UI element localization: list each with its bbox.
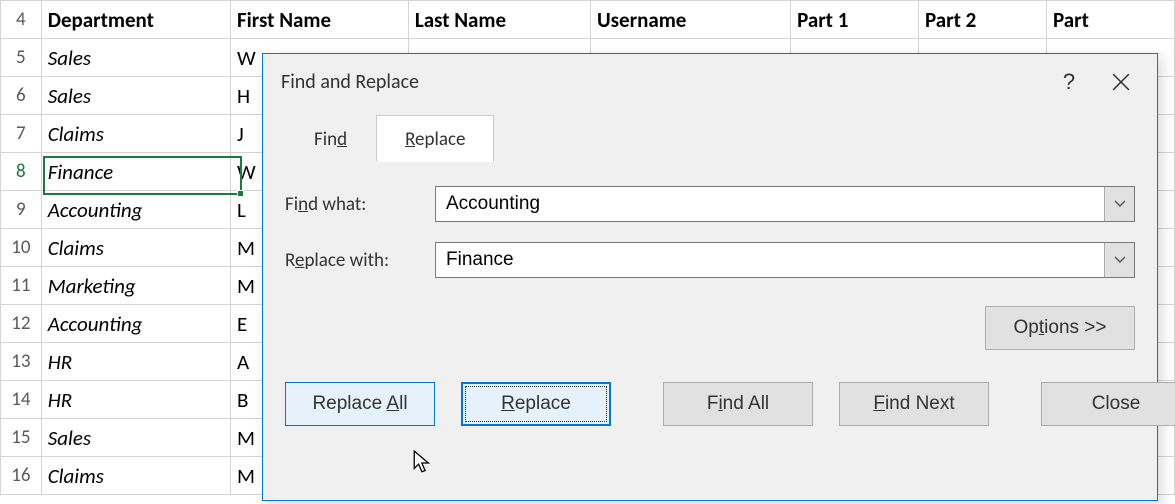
cell-department[interactable]: Claims [41, 229, 230, 267]
close-button[interactable]: Close [1041, 382, 1175, 426]
row-number[interactable]: 11 [1, 267, 42, 305]
header-row: 4 Department First Name Last Name Userna… [1, 1, 1175, 39]
tab-strip: FindFind ReplaceReplace [285, 110, 1135, 162]
find-what-row: Find what: [285, 176, 1135, 232]
row-number[interactable]: 12 [1, 305, 42, 343]
cell-department[interactable]: Sales [41, 77, 230, 115]
col-header-lastname[interactable]: Last Name [408, 1, 590, 39]
cell-department[interactable]: Sales [41, 419, 230, 457]
tab-replace[interactable]: ReplaceReplace [376, 115, 494, 162]
replace-with-label: Replace with: [285, 249, 435, 272]
find-what-dropdown[interactable] [1104, 187, 1134, 221]
col-header-part2[interactable]: Part 2 [919, 1, 1047, 39]
cell-department[interactable]: Accounting [41, 305, 230, 343]
dialog-title: Find and Replace [281, 70, 1043, 94]
replace-with-dropdown[interactable] [1104, 243, 1134, 277]
row-number[interactable]: 16 [1, 457, 42, 495]
cell-department[interactable]: HR [41, 343, 230, 381]
col-header-department[interactable]: Department [41, 1, 230, 39]
options-button[interactable]: Options >> [985, 306, 1135, 350]
row-number[interactable]: 5 [1, 39, 42, 77]
cell-department[interactable]: HR [41, 381, 230, 419]
replace-button[interactable]: Replace [461, 382, 611, 426]
replace-with-row: Replace with: [285, 232, 1135, 288]
col-header-username[interactable]: Username [590, 1, 790, 39]
cell-department[interactable]: Accounting [41, 191, 230, 229]
row-number[interactable]: 15 [1, 419, 42, 457]
row-number-selected[interactable]: 8 [1, 153, 42, 191]
cell-department[interactable]: Finance [41, 153, 230, 191]
help-button[interactable]: ? [1043, 62, 1095, 102]
row-number[interactable]: 10 [1, 229, 42, 267]
tab-find[interactable]: FindFind [285, 115, 376, 162]
row-number[interactable]: 9 [1, 191, 42, 229]
row-number[interactable]: 6 [1, 77, 42, 115]
row-number[interactable]: 14 [1, 381, 42, 419]
cell-department[interactable]: Marketing [41, 267, 230, 305]
dialog-titlebar[interactable]: Find and Replace ? [263, 54, 1157, 110]
find-what-label: Find what: [285, 193, 435, 216]
cell-department[interactable]: Sales [41, 39, 230, 77]
col-header-part1[interactable]: Part 1 [791, 1, 919, 39]
replace-with-combo [435, 242, 1135, 278]
col-header-firstname[interactable]: First Name [231, 1, 409, 39]
close-icon[interactable] [1095, 62, 1147, 102]
replace-with-input[interactable] [436, 243, 1104, 277]
find-replace-dialog: Find and Replace ? FindFind ReplaceRepla… [262, 53, 1158, 501]
replace-all-button[interactable]: Replace All [285, 382, 435, 426]
row-number[interactable]: 7 [1, 115, 42, 153]
dialog-buttons: Replace All Replace Find All Find Next C… [263, 372, 1157, 426]
row-number[interactable]: 13 [1, 343, 42, 381]
row-number[interactable]: 4 [1, 1, 42, 39]
find-what-combo [435, 186, 1135, 222]
cell-department[interactable]: Claims [41, 457, 230, 495]
find-next-button[interactable]: Find Next [839, 382, 989, 426]
find-what-input[interactable] [436, 187, 1104, 221]
cell-department[interactable]: Claims [41, 115, 230, 153]
col-header-part3[interactable]: Part [1046, 1, 1174, 39]
find-all-button[interactable]: Find All [663, 382, 813, 426]
